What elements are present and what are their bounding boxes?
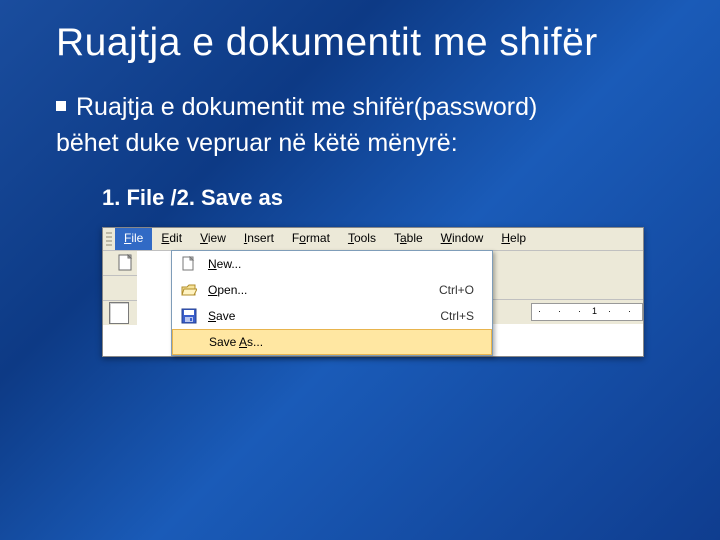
dd-open-label: Open...	[208, 283, 439, 297]
menu-view[interactable]: View	[191, 228, 235, 250]
new-doc-icon[interactable]	[117, 253, 134, 273]
ruler-row-left	[103, 301, 137, 325]
save-icon	[180, 307, 198, 325]
menu-tools[interactable]: Tools	[339, 228, 385, 250]
menubar: File Edit View Insert Format Tools Table…	[103, 228, 643, 251]
grip-icon	[106, 230, 112, 248]
ruler-row: · · · 1 · ·	[493, 300, 643, 324]
menu-edit[interactable]: Edit	[152, 228, 191, 250]
ruler: · · · 1 · ·	[531, 303, 643, 321]
menu-table[interactable]: Table	[385, 228, 432, 250]
menu-format-label: Format	[292, 231, 330, 245]
bullet-icon	[56, 101, 66, 111]
toolbar	[103, 251, 137, 276]
dd-new[interactable]: New...	[172, 251, 492, 277]
body-line1: Ruajtja e dokumentit me shifër(password)	[76, 93, 537, 121]
slide-body: Ruajtja e dokumentit me shifër(password)…	[56, 89, 680, 162]
menu-window[interactable]: Window	[432, 228, 493, 250]
open-icon	[180, 281, 198, 299]
dd-saveas[interactable]: Save As...	[172, 329, 492, 355]
new-icon	[180, 255, 198, 273]
dd-saveas-label: Save As...	[209, 335, 473, 349]
dd-save-label: Save	[208, 309, 440, 323]
menu-insert-label: Insert	[244, 231, 274, 245]
menu-help-label: Help	[501, 231, 526, 245]
menu-view-label: View	[200, 231, 226, 245]
dd-new-label: New...	[208, 257, 474, 271]
dd-open-short: Ctrl+O	[439, 283, 484, 297]
menu-help[interactable]: Help	[492, 228, 535, 250]
toolbar-2	[103, 276, 137, 301]
dd-save[interactable]: Save Ctrl+S	[172, 303, 492, 329]
toolbar-right	[493, 251, 643, 300]
page-corner-icon	[109, 302, 129, 324]
saveas-icon	[181, 333, 199, 351]
menu-edit-label: Edit	[161, 231, 182, 245]
menu-format[interactable]: Format	[283, 228, 339, 250]
menu-file-label: ile	[131, 231, 143, 245]
menu-tools-label: Tools	[348, 231, 376, 245]
menu-insert[interactable]: Insert	[235, 228, 283, 250]
step-text: 1. File /2. Save as	[102, 185, 680, 211]
ruler-mark: 1	[592, 306, 597, 316]
word-screenshot: File Edit View Insert Format Tools Table…	[102, 227, 644, 357]
menu-table-label: Table	[394, 231, 423, 245]
dd-save-short: Ctrl+S	[440, 309, 484, 323]
body-line2: bëhet duke vepruar në këtë mënyrë:	[56, 129, 458, 157]
dd-open[interactable]: Open... Ctrl+O	[172, 277, 492, 303]
menu-file[interactable]: File	[115, 228, 152, 250]
menu-window-label: Window	[441, 231, 484, 245]
slide-title: Ruajtja e dokumentit me shifër	[56, 20, 680, 67]
file-dropdown: New... Open... Ctrl+O Save Ctrl+S	[171, 250, 493, 356]
